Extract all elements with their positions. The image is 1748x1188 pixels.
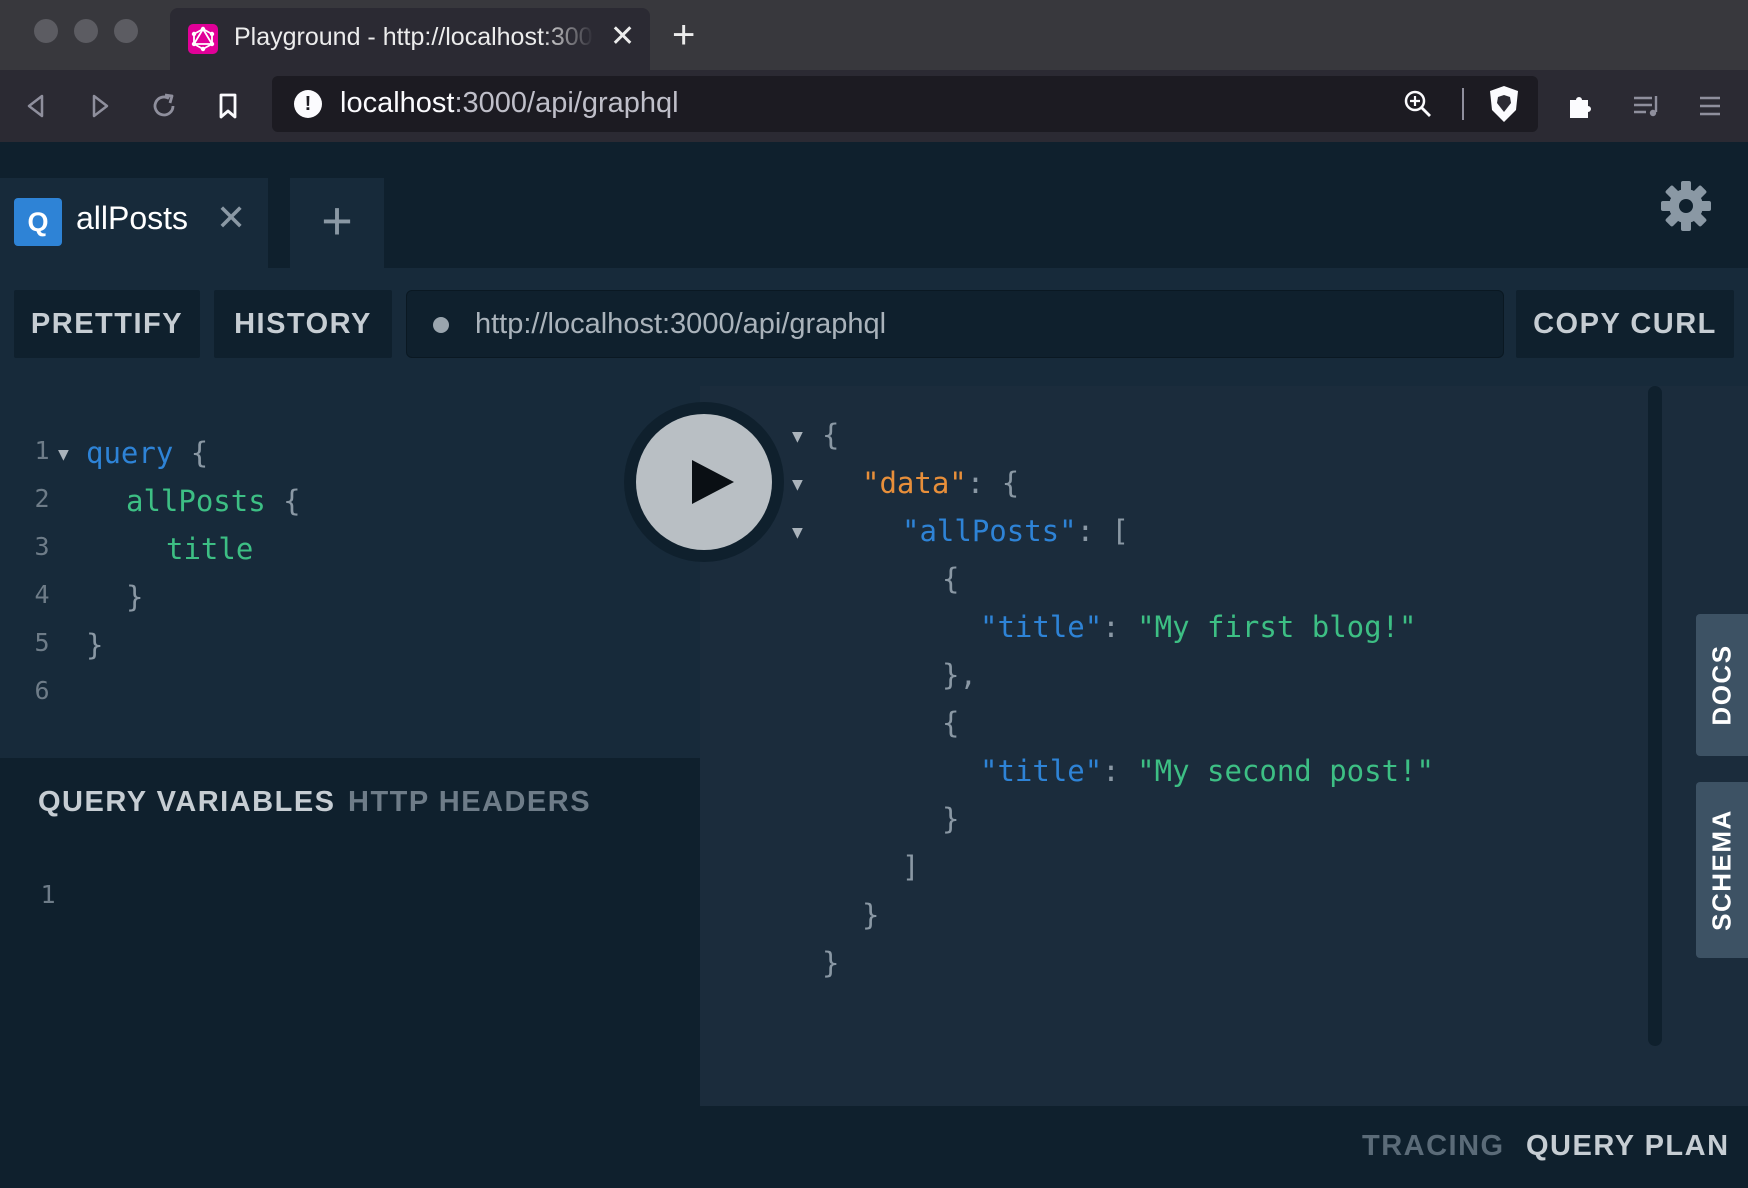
json-line: "title": "My first blog!": [980, 610, 1417, 644]
json-line: }: [822, 946, 840, 980]
window-close-button[interactable]: [34, 19, 58, 43]
json-line: {: [942, 562, 960, 596]
query-variables-tab[interactable]: QUERY VARIABLES: [38, 786, 336, 819]
json-line: "allPosts": [: [902, 514, 1130, 548]
http-headers-tab[interactable]: HTTP HEADERS: [348, 786, 591, 819]
browser-tab-active[interactable]: Playground - http://localhost:3000/api/g…: [170, 8, 650, 70]
window-minimize-button[interactable]: [74, 19, 98, 43]
settings-gear-icon[interactable]: [1660, 180, 1712, 232]
connection-status-dot: [433, 317, 449, 333]
add-tab-button[interactable]: +: [290, 178, 384, 268]
browser-navbar: ! localhost:3000/api/graphql: [0, 70, 1748, 142]
fold-arrow-icon[interactable]: ▼: [58, 444, 69, 465]
back-arrow-icon[interactable]: [18, 88, 54, 124]
zoom-in-icon[interactable]: [1402, 88, 1434, 120]
code-line: }: [126, 580, 144, 614]
json-line: },: [942, 658, 977, 692]
endpoint-url-input[interactable]: [475, 301, 1475, 347]
window-zoom-button[interactable]: [114, 19, 138, 43]
line-number: 2: [34, 484, 50, 513]
code-line: query {: [86, 436, 209, 470]
query-editor[interactable]: 1 2 3 4 5 6 ▼ query { allPosts { title }…: [0, 386, 700, 758]
play-icon: [692, 460, 734, 504]
json-line: "title": "My second post!": [980, 754, 1434, 788]
code-line: allPosts {: [126, 484, 301, 518]
json-line: }: [942, 802, 960, 836]
json-line: {: [822, 418, 840, 452]
extensions-puzzle-icon[interactable]: [1562, 88, 1598, 124]
endpoint-bar: [406, 290, 1504, 358]
site-info-icon[interactable]: !: [294, 90, 322, 118]
prettify-button[interactable]: PRETTIFY: [14, 290, 200, 358]
line-number: 3: [34, 532, 50, 561]
code-line: }: [86, 628, 104, 662]
address-text[interactable]: localhost:3000/api/graphql: [340, 87, 679, 120]
url-path: :3000/api/graphql: [454, 87, 679, 119]
browser-tab-strip: Playground - http://localhost:3000/api/g…: [0, 0, 1748, 70]
graphql-favicon-icon: [188, 24, 218, 54]
address-bar[interactable]: ! localhost:3000/api/graphql: [272, 76, 1538, 132]
line-number: 6: [34, 676, 50, 705]
address-bar-divider: [1462, 88, 1464, 120]
schema-label: SCHEMA: [1706, 809, 1737, 931]
playground-tab-label: allPosts: [76, 200, 189, 236]
variables-line-number: 1: [40, 880, 56, 909]
brave-shield-icon[interactable]: [1485, 84, 1523, 124]
media-queue-icon[interactable]: [1628, 88, 1664, 124]
json-line: }: [862, 898, 880, 932]
json-line: "data": {: [862, 466, 1020, 500]
query-plan-tab[interactable]: QUERY PLAN: [1526, 1130, 1730, 1163]
playground-tab-allposts[interactable]: Q allPosts ✕: [0, 178, 268, 268]
history-button[interactable]: HISTORY: [214, 290, 392, 358]
line-number: 5: [34, 628, 50, 657]
query-badge: Q: [14, 198, 62, 246]
playground-tabbar: Q allPosts ✕ +: [0, 142, 1748, 268]
code-line: title: [166, 532, 254, 566]
run-query-button[interactable]: [636, 414, 772, 550]
fold-arrow-icon[interactable]: ▼: [792, 522, 803, 543]
line-number: 1: [34, 436, 50, 465]
variables-panel: QUERY VARIABLES HTTP HEADERS 1: [0, 758, 700, 1106]
fold-arrow-icon[interactable]: ▼: [792, 426, 803, 447]
json-line: ]: [902, 850, 920, 884]
result-scrollbar[interactable]: [1648, 386, 1662, 1046]
tracing-tab[interactable]: TRACING: [1362, 1130, 1505, 1163]
schema-side-tab[interactable]: SCHEMA: [1696, 782, 1748, 958]
forward-arrow-icon[interactable]: [82, 88, 118, 124]
playground-toolbar: PRETTIFY HISTORY COPY CURL: [0, 268, 1748, 386]
browser-menu-icon[interactable]: [1692, 88, 1728, 124]
bookmark-icon[interactable]: [210, 88, 246, 124]
fold-arrow-icon[interactable]: ▼: [792, 474, 803, 495]
new-browser-tab-button[interactable]: +: [672, 15, 695, 55]
copy-curl-button[interactable]: COPY CURL: [1516, 290, 1734, 358]
run-button-ring: [624, 402, 784, 562]
playground-tab-close-icon[interactable]: ✕: [216, 198, 246, 238]
json-line: {: [942, 706, 960, 740]
docs-side-tab[interactable]: DOCS: [1696, 614, 1748, 756]
browser-tab-close-icon[interactable]: ✕: [610, 22, 635, 52]
docs-label: DOCS: [1706, 644, 1737, 726]
bottom-bar: TRACING QUERY PLAN: [0, 1106, 1748, 1188]
reload-icon[interactable]: [146, 88, 182, 124]
line-number: 4: [34, 580, 50, 609]
url-host: localhost: [340, 87, 455, 119]
result-viewer[interactable]: ▼ ▼ ▼ { "data": { "allPosts": [ { "title…: [700, 386, 1748, 1106]
browser-tab-title: Playground - http://localhost:3000/api/g…: [234, 23, 594, 51]
